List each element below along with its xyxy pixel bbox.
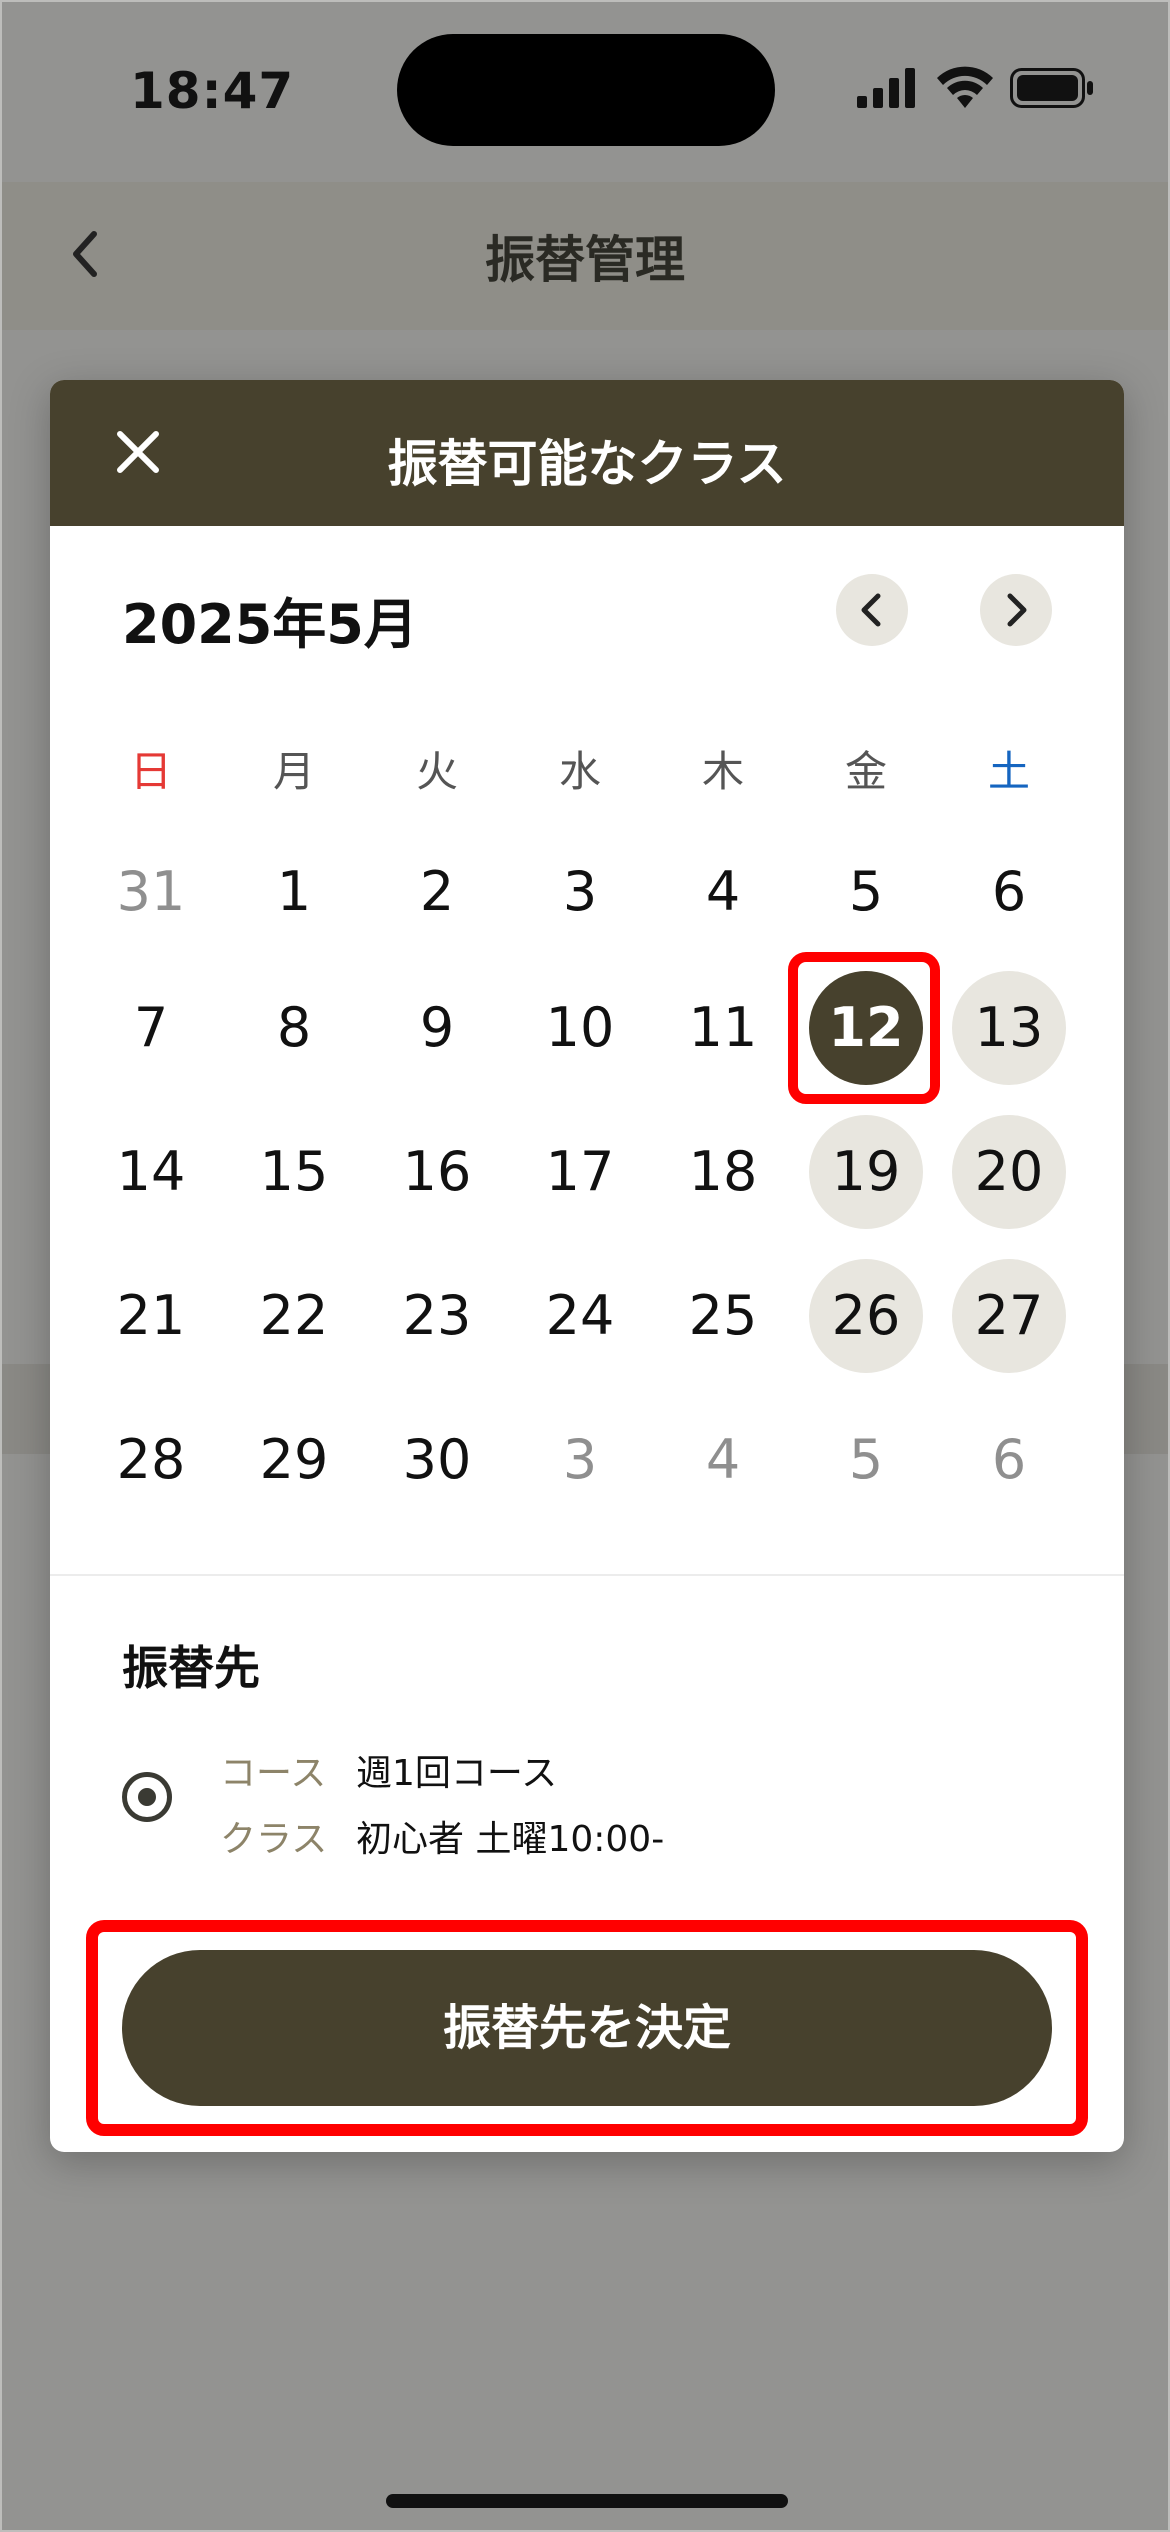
modal-title: 振替可能なクラス: [387, 435, 787, 493]
selected-date-highlight: [788, 952, 940, 1104]
calendar-day-1-0: 7: [133, 996, 169, 1059]
calendar-day-1-1: 8: [276, 996, 312, 1059]
calendar-day-4-1: 29: [259, 1428, 329, 1491]
calendar-day-1-3: 10: [545, 996, 615, 1059]
calendar-day-2-4: 18: [688, 1140, 758, 1203]
weekday-label: 月: [272, 747, 315, 796]
calendar-day-4-6: 6: [991, 1428, 1027, 1491]
radio-selected-dot: [138, 1788, 156, 1806]
calendar-day-3-4: 25: [688, 1284, 758, 1347]
calendar-day-2-6[interactable]: 20: [952, 1115, 1066, 1229]
calendar-day-0-6: 6: [991, 860, 1027, 923]
modal-header: 振替可能なクラス: [50, 380, 1124, 526]
calendar-day-3-2: 23: [402, 1284, 472, 1347]
calendar-day-2-1: 15: [259, 1140, 329, 1203]
destination-section-title: 振替先: [122, 1641, 260, 1695]
calendar-day-1-2: 9: [419, 996, 455, 1059]
calendar-day-3-0: 21: [116, 1284, 186, 1347]
weekday-label: 水: [558, 747, 601, 796]
confirm-destination-button[interactable]: 振替先を決定: [122, 1950, 1052, 2106]
destination-radio[interactable]: [122, 1772, 172, 1822]
dynamic-island: [397, 34, 775, 146]
calendar-day-4-3: 3: [562, 1428, 598, 1491]
calendar-day-3-5[interactable]: 26: [809, 1259, 923, 1373]
weekday-label: 土: [987, 747, 1030, 796]
calendar-day-4-2: 30: [402, 1428, 472, 1491]
calendar-day-0-2: 2: [419, 860, 455, 923]
app-screen: 18:47 振替管理 振替可能なクラス 2025年5月 日 月 火 水 木 金 …: [0, 0, 1170, 2532]
calendar-day-4-4: 4: [705, 1428, 741, 1491]
calendar-day-1-6[interactable]: 13: [952, 971, 1066, 1085]
calendar-day-0-4: 4: [705, 860, 741, 923]
calendar-day-3-6[interactable]: 27: [952, 1259, 1066, 1373]
calendar-day-2-0: 14: [116, 1140, 186, 1203]
weekday-label: 金: [844, 747, 887, 796]
status-bar: 18:47: [2, 2, 1168, 182]
calendar-month-label: 2025年5月: [122, 593, 418, 656]
calendar-day-0-0: 31: [116, 860, 186, 923]
calendar-day-3-1: 22: [259, 1284, 329, 1347]
calendar-day-4-5: 5: [848, 1428, 884, 1491]
next-month-button[interactable]: [980, 574, 1052, 646]
chevron-right-icon: [1007, 593, 1027, 627]
weekday-label: 日: [129, 747, 172, 796]
divider: [50, 1574, 1124, 1576]
course-key: コース: [220, 1753, 327, 1794]
previous-month-button[interactable]: [836, 574, 908, 646]
replacement-class-modal: 振替可能なクラス 2025年5月 日月火水木金土 31 1 2 3 4 5 6 7 8 9 10 11…: [50, 380, 1124, 2152]
calendar-day-1-4: 11: [688, 996, 758, 1059]
calendar-day-3-3: 24: [545, 1284, 615, 1347]
chevron-left-icon: [861, 593, 881, 627]
class-value: 初心者 土曜10:00-: [356, 1819, 665, 1860]
calendar-day-0-5: 5: [848, 860, 884, 923]
status-time: 18:47: [130, 62, 295, 120]
class-key: クラス: [220, 1819, 328, 1860]
wifi-icon: [937, 66, 993, 108]
page-title: 振替管理: [485, 231, 685, 289]
navigation-bar: 振替管理: [2, 182, 1168, 330]
weekday-label: 火: [415, 747, 458, 796]
calendar-day-2-2: 16: [402, 1140, 472, 1203]
weekday-label: 木: [701, 747, 744, 796]
battery-icon: [1010, 68, 1093, 108]
home-indicator: [386, 2494, 788, 2508]
calendar-day-0-1: 1: [276, 860, 312, 923]
calendar-day-2-3: 17: [545, 1140, 615, 1203]
calendar-day-4-0: 28: [116, 1428, 186, 1491]
cellular-signal-icon: [857, 68, 915, 108]
course-value: 週1回コース: [356, 1753, 558, 1794]
calendar-day-2-5[interactable]: 19: [809, 1115, 923, 1229]
calendar-day-0-3: 3: [562, 860, 598, 923]
